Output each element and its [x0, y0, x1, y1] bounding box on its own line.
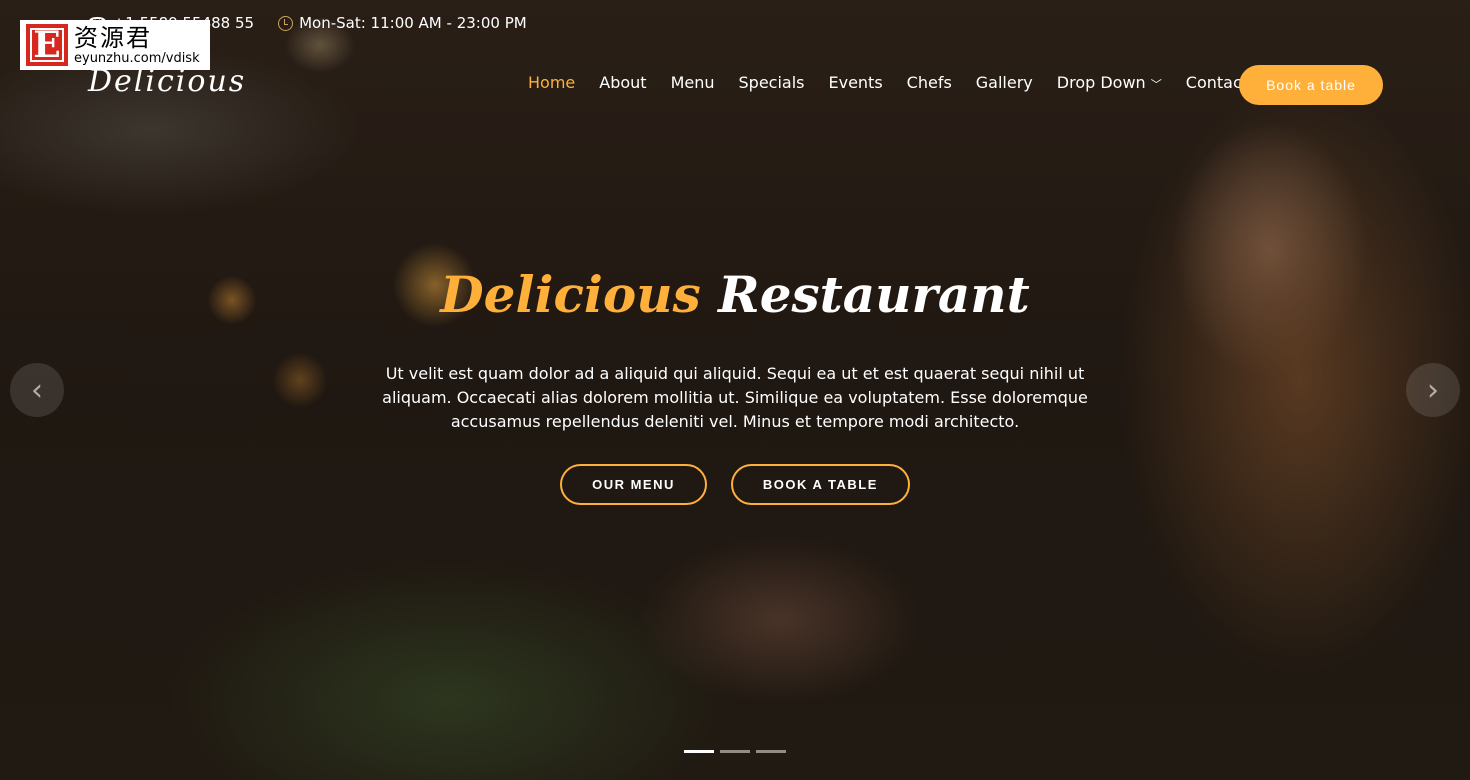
carousel-indicator[interactable]	[756, 750, 786, 753]
carousel-next-button[interactable]: ›	[1406, 363, 1460, 417]
watermark-title: 资源君	[74, 23, 152, 52]
nav-specials[interactable]: Specials	[739, 73, 805, 92]
hero-title-rest: Restaurant	[718, 265, 1030, 324]
hero-title: Delicious Restaurant	[0, 265, 1470, 324]
carousel-indicator[interactable]	[684, 750, 714, 753]
nav-about[interactable]: About	[599, 73, 646, 92]
chevron-left-icon: ‹	[31, 372, 43, 408]
carousel-prev-button[interactable]: ‹	[10, 363, 64, 417]
nav-chefs[interactable]: Chefs	[907, 73, 952, 92]
hours-info: Mon-Sat: 11:00 AM - 23:00 PM	[278, 14, 527, 32]
nav-menu[interactable]: Menu	[671, 73, 715, 92]
chevron-down-icon: ﹀	[1150, 78, 1162, 91]
nav-home[interactable]: Home	[528, 73, 575, 92]
nav-dropdown[interactable]: Drop Down ﹀	[1057, 73, 1162, 92]
nav-events[interactable]: Events	[828, 73, 882, 92]
main-nav: Home About Menu Specials Events Chefs Ga…	[528, 73, 1248, 92]
our-menu-button[interactable]: OUR MENU	[560, 464, 707, 505]
book-a-table-button[interactable]: BOOK A TABLE	[730, 464, 910, 505]
book-table-button[interactable]: Book a table	[1239, 65, 1383, 105]
chevron-right-icon: ›	[1427, 372, 1439, 408]
carousel-indicators	[684, 750, 786, 753]
nav-gallery[interactable]: Gallery	[976, 73, 1033, 92]
site-logo[interactable]: Delicious	[88, 64, 246, 99]
nav-dropdown-label: Drop Down	[1056, 73, 1146, 92]
watermark: E 资源君 eyunzhu.com/vdisk	[20, 20, 210, 70]
carousel-indicator[interactable]	[720, 750, 750, 753]
clock-icon	[278, 15, 294, 31]
hero-title-accent: Delicious	[440, 265, 701, 324]
watermark-logo: E	[26, 24, 68, 66]
hours-text: Mon-Sat: 11:00 AM - 23:00 PM	[299, 14, 527, 32]
hero-description: Ut velit est quam dolor ad a aliquid qui…	[382, 364, 1088, 431]
